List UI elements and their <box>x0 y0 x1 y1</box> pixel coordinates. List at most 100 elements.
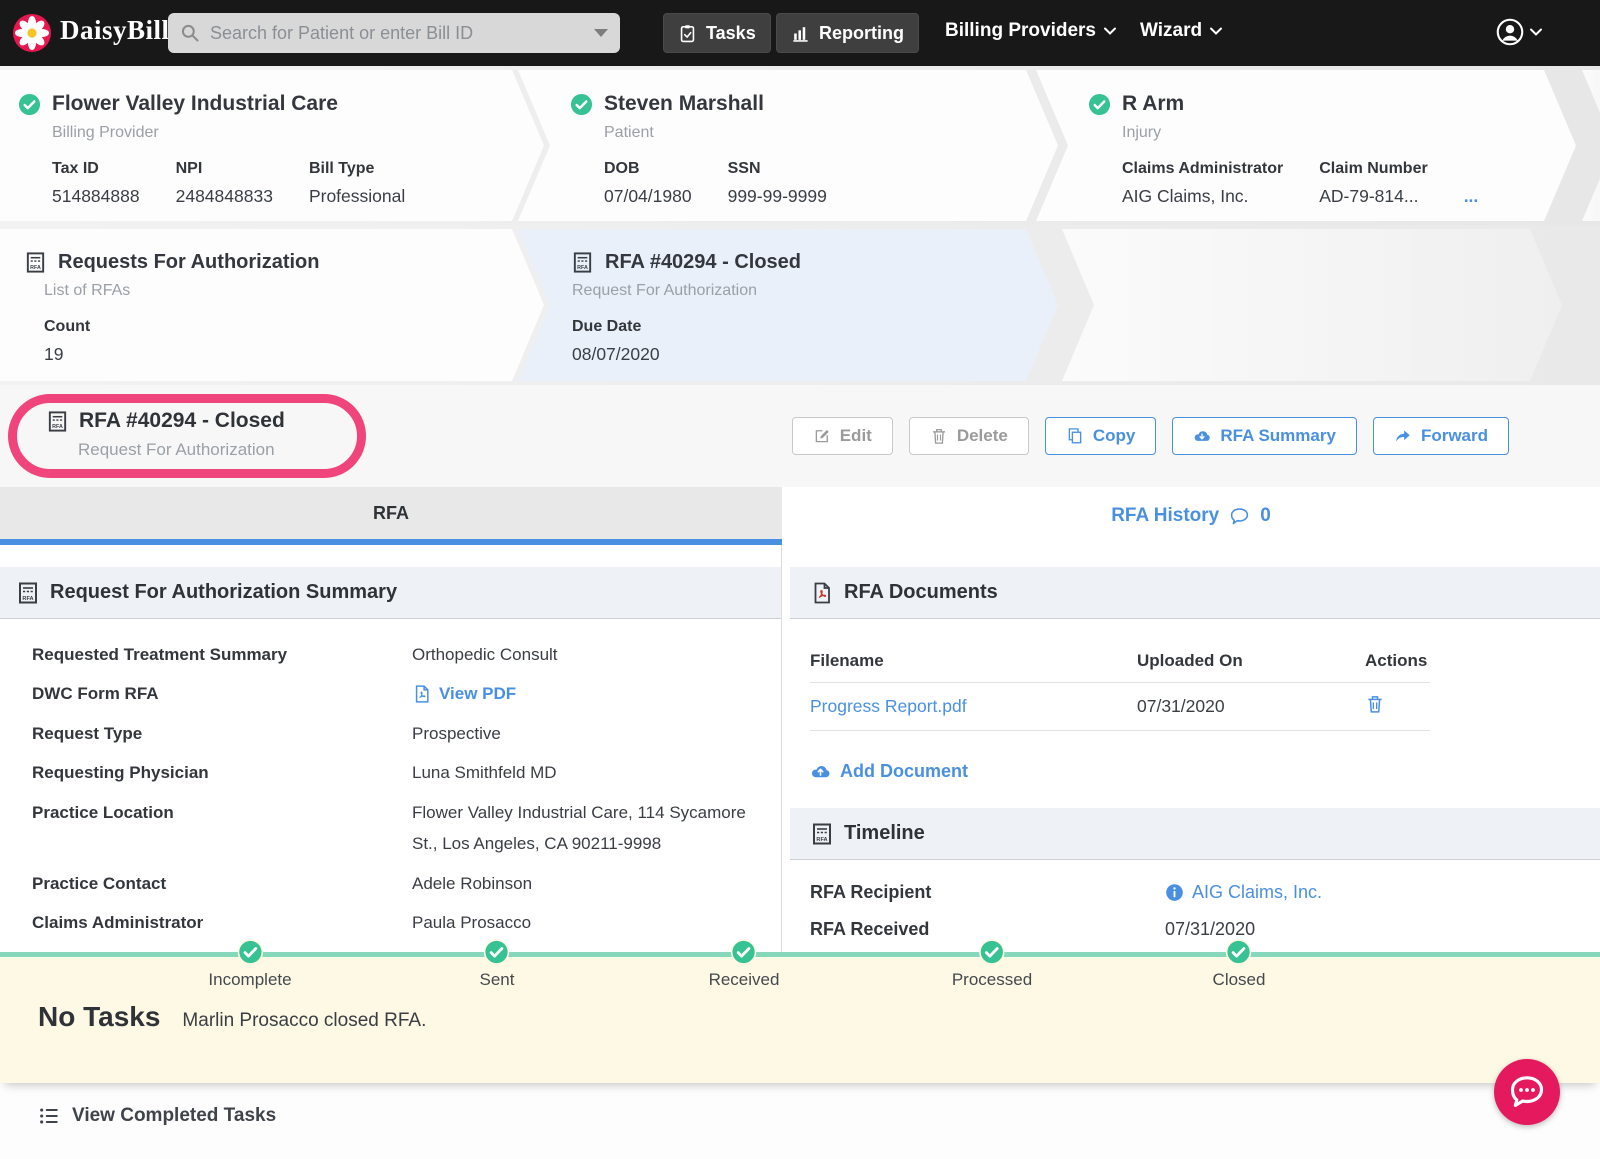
rfa-form-icon: RFA <box>19 582 37 603</box>
col-actions: Actions <box>1365 650 1428 670</box>
copy-label: Copy <box>1092 426 1136 445</box>
row-value: Paula Prosacco <box>412 913 532 933</box>
tab-history-label: RFA History <box>1111 505 1220 526</box>
check-circle-icon <box>237 939 263 965</box>
cloud-upload-icon <box>811 766 830 778</box>
check-circle-icon <box>1088 93 1111 116</box>
chevron-down-icon <box>1530 28 1542 36</box>
summary-panel: RFA Request For Authorization Summary Re… <box>0 545 782 952</box>
breadcrumb-rfa-list[interactable]: RFA Requests For Authorization List of R… <box>0 229 544 381</box>
field-value: 514884888 <box>52 186 140 206</box>
comment-bubble-icon <box>1231 507 1249 524</box>
field-value: Professional <box>308 186 406 206</box>
progress-step-closed: Closed <box>1212 939 1266 990</box>
search-dropdown-caret-icon[interactable] <box>594 29 608 37</box>
summary-section-header: RFA Request For Authorization Summary <box>0 567 781 619</box>
step-label: Closed <box>1212 970 1266 989</box>
rfa-summary-button[interactable]: RFA Summary <box>1172 417 1357 455</box>
breadcrumb-billing-provider[interactable]: Flower Valley Industrial Care Billing Pr… <box>0 70 544 221</box>
add-document-button[interactable]: Add Document <box>810 761 968 782</box>
page-title: RFA #40294 - Closed <box>79 409 285 432</box>
row-label: Requesting Physician <box>32 763 209 783</box>
cloud-download-icon <box>1194 431 1211 441</box>
pdf-file-icon <box>814 582 830 603</box>
chevron-down-icon <box>1210 27 1223 35</box>
trash-icon <box>932 428 945 444</box>
row-value: Adele Robinson <box>412 873 533 893</box>
chevron-divider <box>1582 70 1600 221</box>
add-document-label: Add Document <box>840 761 968 781</box>
summary-row: Practice Contact Adele Robinson <box>32 868 781 899</box>
field-label: SSN <box>727 160 761 177</box>
pdf-file-icon <box>415 685 429 703</box>
reporting-button[interactable]: Reporting <box>776 13 919 53</box>
forward-button[interactable]: Forward <box>1372 417 1509 455</box>
rfa-form-icon: RFA <box>813 823 831 844</box>
row-label: Practice Location <box>32 802 174 822</box>
crumb-subtitle: Injury <box>1122 124 1162 141</box>
tasks-button[interactable]: Tasks <box>663 13 771 53</box>
chat-support-button[interactable] <box>1494 1059 1560 1125</box>
delete-button[interactable]: Delete <box>908 417 1029 455</box>
claim-number-more-link[interactable]: ... <box>1464 186 1479 207</box>
tab-rfa[interactable]: RFA <box>0 487 782 545</box>
field-value: AIG Claims, Inc. <box>1122 186 1249 206</box>
rfa-form-icon: RFA <box>571 251 594 274</box>
daisybill-app: DaisyBill Tasks Reporti <box>0 0 1600 1159</box>
field-label: DOB <box>604 160 640 177</box>
edit-label: Edit <box>839 426 872 445</box>
svg-text:RFA: RFA <box>30 265 41 271</box>
view-completed-tasks-button[interactable]: View Completed Tasks <box>38 1105 276 1127</box>
svg-text:RFA: RFA <box>52 424 63 430</box>
tab-rfa-label: RFA <box>373 502 409 523</box>
check-circle-icon <box>731 939 757 965</box>
row-value: Orthopedic Consult <box>412 645 558 664</box>
edit-button[interactable]: Edit <box>791 417 893 455</box>
timeline-row: RFA Received 07/31/2020 <box>810 919 1600 940</box>
breadcrumb-rfa-current[interactable]: RFA RFA #40294 - Closed Request For Auth… <box>518 229 1058 381</box>
breadcrumb-patient[interactable]: Steven Marshall Patient DOB 07/04/1980 S… <box>518 70 1058 221</box>
billing-providers-menu[interactable]: Billing Providers <box>945 20 1116 42</box>
trash-icon <box>1368 696 1382 713</box>
summary-row: DWC Form RFA View PDF <box>32 678 781 709</box>
rfa-summary-label: RFA Summary <box>1220 426 1336 445</box>
view-pdf-link[interactable]: View PDF <box>412 678 762 709</box>
svg-text:RFA: RFA <box>22 596 33 602</box>
history-count-badge: 0 <box>1260 505 1271 526</box>
crumb-title: Flower Valley Industrial Care <box>52 92 338 115</box>
row-label: Practice Contact <box>32 873 167 893</box>
no-tasks-detail: Marlin Prosacco closed RFA. <box>182 1010 427 1031</box>
breadcrumb-injury[interactable]: R Arm Injury Claims Administrator AIG Cl… <box>1036 70 1576 221</box>
crumb-title: Requests For Authorization <box>58 251 320 273</box>
documents-table: Filename Uploaded On Actions Progress Re… <box>810 639 1430 731</box>
field-value: 19 <box>44 344 64 364</box>
forward-label: Forward <box>1420 426 1488 445</box>
document-file-link[interactable]: Progress Report.pdf <box>810 696 967 716</box>
timeline-heading: Timeline <box>844 822 925 844</box>
row-label: Request Type <box>32 723 143 743</box>
wizard-menu[interactable]: Wizard <box>1140 20 1223 42</box>
crumb-field: NPI 2484848833 <box>176 160 273 207</box>
rfa-recipient-link[interactable]: AIG Claims, Inc. <box>1165 882 1322 903</box>
tab-rfa-history[interactable]: RFA History 0 <box>782 487 1600 545</box>
search-input[interactable] <box>210 22 594 44</box>
svg-text:RFA: RFA <box>816 837 827 843</box>
progress-step-incomplete: Incomplete <box>208 939 292 990</box>
check-circle-icon <box>979 939 1005 965</box>
clipboard-check-icon <box>680 24 695 42</box>
row-label: Requested Treatment Summary <box>32 645 288 664</box>
col-uploaded-on: Uploaded On <box>1137 650 1243 670</box>
summary-heading: Request For Authorization Summary <box>50 581 398 603</box>
tasks-label: Tasks <box>706 22 756 43</box>
copy-button[interactable]: Copy <box>1044 417 1157 455</box>
field-value: AD-79-814... <box>1319 186 1419 206</box>
delete-document-button[interactable] <box>1365 694 1385 714</box>
rfa-tabs: RFA RFA History 0 <box>0 487 1600 545</box>
global-search[interactable] <box>168 13 620 53</box>
row-label: DWC Form RFA <box>32 684 159 704</box>
brand-wordmark[interactable]: DaisyBill <box>60 15 170 46</box>
user-account-menu[interactable] <box>1496 18 1542 46</box>
footer-section: View Completed Tasks <box>0 1083 1600 1159</box>
edit-pencil-icon <box>815 430 829 443</box>
check-circle-icon <box>570 93 593 116</box>
